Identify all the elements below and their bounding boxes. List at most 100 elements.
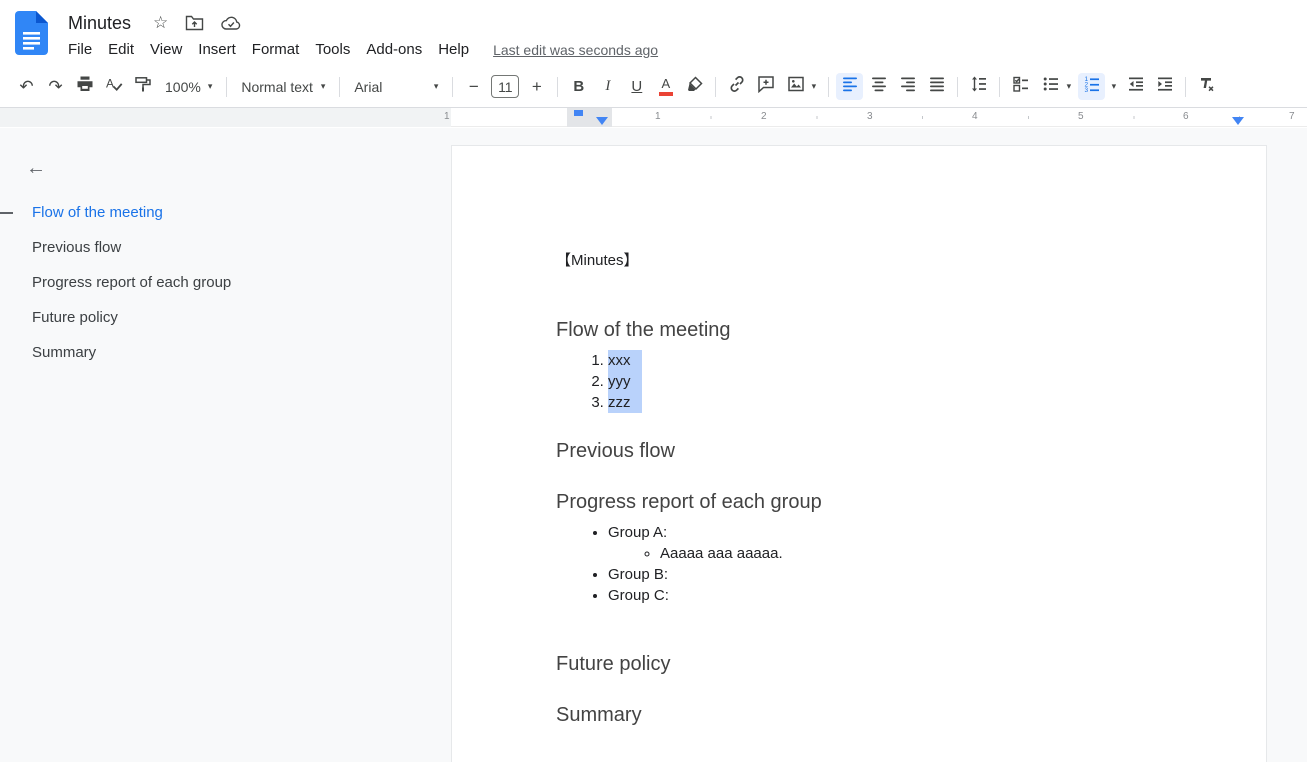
checklist-button[interactable] — [1007, 73, 1034, 100]
font-size-input[interactable]: 11 — [491, 75, 519, 98]
document-title[interactable]: Minutes — [68, 13, 131, 34]
document-page[interactable]: 【Minutes】 Flow of the meeting xxx yyy zz… — [451, 145, 1267, 762]
text-color-button[interactable]: A — [652, 73, 679, 100]
font-size-decrease-button[interactable]: − — [460, 73, 487, 100]
redo-icon: ↷ — [48, 78, 62, 95]
outline-item-label: Flow of the meeting — [32, 204, 163, 221]
right-indent-marker[interactable] — [1232, 117, 1244, 125]
font-select[interactable]: Arial ▾ — [347, 73, 445, 100]
menu-addons[interactable]: Add-ons — [358, 39, 430, 60]
outline-panel: ← Flow of the meeting Previous flow Prog… — [0, 128, 451, 762]
paint-format-button[interactable] — [129, 73, 156, 100]
spell-check-button[interactable]: A — [100, 73, 127, 100]
align-right-button[interactable] — [894, 73, 921, 100]
close-outline-button[interactable]: ← — [22, 154, 50, 182]
svg-text:A: A — [106, 77, 114, 91]
redo-button[interactable]: ↷ — [42, 73, 69, 100]
italic-button[interactable]: I — [594, 73, 621, 100]
paint-format-icon — [134, 75, 152, 98]
menu-format[interactable]: Format — [244, 39, 308, 60]
comment-icon — [757, 75, 775, 98]
bold-button[interactable]: B — [565, 73, 592, 100]
numbered-list: xxx yyy zzz — [556, 350, 1206, 413]
menu-file[interactable]: File — [60, 39, 100, 60]
menu-view[interactable]: View — [142, 39, 190, 60]
numbered-list-options-button[interactable]: ▾ — [1107, 73, 1120, 100]
cloud-status-icon[interactable] — [221, 16, 241, 31]
styles-select[interactable]: Normal text ▾ — [234, 73, 332, 100]
list-item: yyy — [608, 371, 1206, 392]
toolbar: ↶ ↷ A 100% ▾ Normal text ▾ Arial ▾ − 11 … — [0, 66, 1307, 108]
line-spacing-icon — [970, 75, 988, 98]
font-value: Arial — [354, 79, 382, 95]
numbered-list-button[interactable]: 123 — [1078, 73, 1105, 100]
doc-heading-progress-report: Progress report of each group — [556, 489, 1206, 515]
align-center-button[interactable] — [865, 73, 892, 100]
checklist-icon — [1012, 75, 1030, 98]
left-indent-marker[interactable] — [596, 117, 608, 125]
header-main: Minutes ☆ File Edit View Insert Format T… — [68, 10, 658, 60]
toolbar-separator — [452, 77, 453, 97]
caret-down-icon: ▾ — [208, 81, 213, 92]
caret-down-icon: ▾ — [321, 81, 326, 92]
outdent-button[interactable] — [1122, 73, 1149, 100]
last-edit-link[interactable]: Last edit was seconds ago — [493, 42, 658, 58]
docs-logo-icon — [15, 11, 48, 55]
list-item-text: Group A: — [608, 524, 667, 541]
zoom-select[interactable]: 100% ▾ — [158, 73, 219, 100]
highlight-color-button[interactable] — [681, 73, 708, 100]
add-comment-button[interactable] — [752, 73, 779, 100]
undo-button[interactable]: ↶ — [13, 73, 40, 100]
font-size-increase-button[interactable]: + — [523, 73, 550, 100]
ruler-tick: 2 — [761, 111, 767, 122]
menu-insert[interactable]: Insert — [190, 39, 244, 60]
docs-logo[interactable] — [15, 11, 48, 55]
selected-list-text: yyy — [608, 371, 642, 392]
outline-item-future-policy[interactable]: Future policy — [0, 300, 451, 335]
doc-heading-previous-flow: Previous flow — [556, 438, 1206, 464]
ruler[interactable]: 1 1 2 3 4 5 6 7 — [0, 108, 1307, 127]
caret-down-icon: ▾ — [1067, 81, 1072, 92]
zoom-value: 100% — [165, 79, 201, 95]
menu-help[interactable]: Help — [430, 39, 477, 60]
ruler-tick: 1 — [444, 111, 450, 122]
caret-down-icon: ▾ — [434, 81, 439, 92]
insert-link-button[interactable] — [723, 73, 750, 100]
menu-edit[interactable]: Edit — [100, 39, 142, 60]
sub-bullet-list: Aaaaa aaa aaaaa. — [608, 543, 1206, 564]
align-left-button[interactable] — [836, 73, 863, 100]
bold-icon: B — [573, 79, 584, 94]
doc-heading-summary: Summary — [556, 702, 1206, 728]
list-item: Aaaaa aaa aaaaa. — [660, 543, 1206, 564]
bulleted-list-button[interactable]: ▾ — [1036, 73, 1076, 100]
styles-value: Normal text — [241, 79, 313, 95]
indent-button[interactable] — [1151, 73, 1178, 100]
underline-button[interactable]: U — [623, 73, 650, 100]
ruler-minor-ticks — [553, 116, 1293, 119]
list-item-text: Group C: — [608, 587, 669, 604]
list-item-text: Group B: — [608, 566, 668, 583]
print-icon — [76, 75, 94, 98]
outline-item-flow-of-the-meeting[interactable]: Flow of the meeting — [0, 195, 451, 230]
outline-item-label: Previous flow — [32, 239, 121, 256]
outline-item-label: Progress report of each group — [32, 274, 231, 291]
first-line-indent-marker[interactable] — [574, 110, 583, 116]
move-folder-icon[interactable] — [185, 15, 204, 31]
toolbar-separator — [957, 77, 958, 97]
star-icon[interactable]: ☆ — [153, 13, 168, 33]
outline-item-progress-report[interactable]: Progress report of each group — [0, 265, 451, 300]
toolbar-separator — [715, 77, 716, 97]
outline-item-previous-flow[interactable]: Previous flow — [0, 230, 451, 265]
insert-image-button[interactable]: ▾ — [781, 73, 821, 100]
outline-item-summary[interactable]: Summary — [0, 335, 451, 370]
justify-button[interactable] — [923, 73, 950, 100]
ruler-left-shade — [0, 108, 451, 127]
clear-formatting-button[interactable] — [1193, 73, 1220, 100]
line-spacing-button[interactable] — [965, 73, 992, 100]
spell-check-icon: A — [105, 75, 123, 98]
align-right-icon — [899, 75, 917, 98]
caret-down-icon: ▾ — [812, 81, 817, 92]
menu-tools[interactable]: Tools — [307, 39, 358, 60]
print-button[interactable] — [71, 73, 98, 100]
list-item-text: Aaaaa aaa aaaaa. — [660, 545, 783, 562]
